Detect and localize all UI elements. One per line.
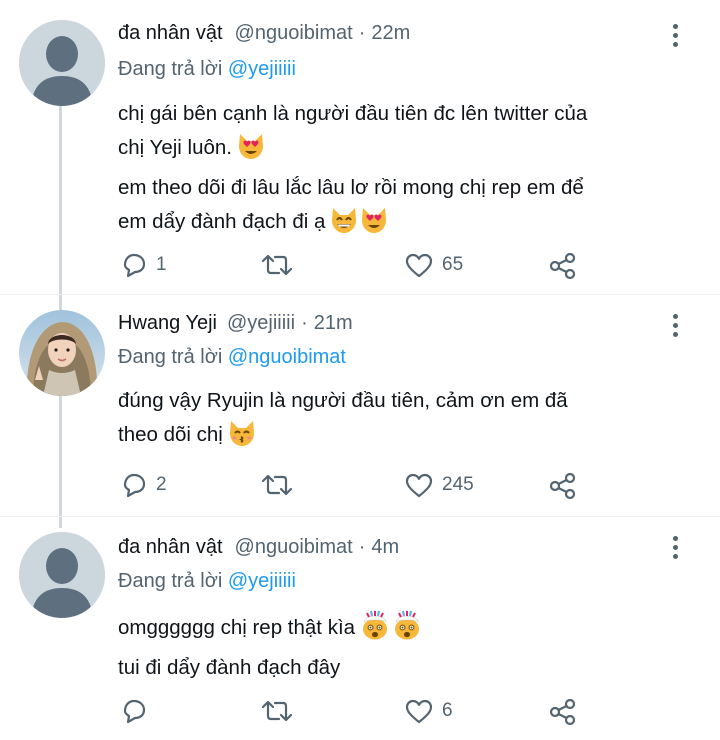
reply-button[interactable]: 2 (120, 472, 167, 498)
display-name[interactable]: Hwang Yeji (118, 312, 217, 335)
like-count: 6 (442, 700, 453, 721)
reply-button[interactable]: 1 (120, 252, 167, 278)
tweet-actions: 2 245 (118, 472, 598, 502)
tweet-actions: 1 65 (118, 252, 598, 282)
avatar-hwang-yeji[interactable] (19, 310, 105, 396)
tweet-line: chị gái bên cạnh là người đầu tiên đc lê… (118, 102, 588, 125)
reply-mention-link[interactable]: @nguoibimat (228, 346, 346, 368)
heart-icon (405, 699, 433, 724)
reply-mention-link[interactable]: @yejiiiii (228, 58, 296, 80)
tweet-header: đa nhân vật @nguoibimat · 4m (118, 536, 399, 566)
default-user-icon (19, 532, 105, 618)
replying-to: Đang trả lời @nguoibimat (118, 346, 346, 369)
replying-to: Đang trả lời @yejiiiii (118, 58, 296, 81)
tweet-text: đúng vậy Ryujin là người đầu tiên, cảm ơ… (118, 384, 678, 458)
tweet-header: Hwang Yeji @yejiiiii · 21m (118, 312, 353, 342)
tweet-text: chị gái bên cạnh là người đầu tiên đc lê… (118, 97, 678, 245)
share-icon (549, 472, 576, 500)
exploding-head-icon (391, 610, 423, 651)
timestamp[interactable]: 22m (371, 22, 410, 45)
retweet-button[interactable] (260, 252, 294, 278)
user-handle[interactable]: @nguoibimat (235, 22, 353, 45)
tweet-text: omgggggg chị rep thật kìa tui đi dẩy đàn… (118, 610, 678, 685)
avatar-default[interactable] (19, 20, 105, 106)
tweet-line: tui đi dẩy đành đạch đây (118, 656, 341, 679)
display-name[interactable]: đa nhân vật (118, 22, 223, 45)
smiling-cat-heart-eyes-icon (359, 206, 389, 245)
tweet-actions: 6 (118, 698, 598, 728)
retweet-button[interactable] (260, 698, 294, 724)
reply-icon (123, 473, 146, 498)
share-button[interactable] (548, 252, 578, 280)
reply-icon (123, 699, 146, 724)
retweet-icon (261, 254, 293, 276)
retweet-icon (261, 700, 293, 722)
like-count: 245 (442, 474, 474, 495)
more-options-icon[interactable] (666, 314, 684, 340)
avatar-default[interactable] (19, 532, 105, 618)
separator-dot: · (358, 22, 366, 44)
tweet-line: em theo dõi đi lâu lắc lâu lơ rồi mong c… (118, 176, 584, 199)
reply-count: 1 (156, 254, 167, 275)
share-button[interactable] (548, 698, 578, 726)
separator-dot: · (358, 536, 366, 558)
separator-dot: · (301, 312, 308, 334)
grinning-cat-smiling-eyes-icon (329, 206, 359, 245)
replying-to-label: Đang trả lời (118, 346, 223, 368)
reply-count: 2 (156, 474, 167, 495)
share-button[interactable] (548, 472, 578, 500)
replying-to-label: Đang trả lời (118, 58, 223, 80)
tweet-line: em dẩy đành đạch đi ạ (118, 210, 326, 233)
tweet-header: đa nhân vật @nguoibimat · 22m (118, 22, 410, 52)
like-button[interactable]: 6 (404, 698, 453, 724)
exploding-head-icon (359, 610, 391, 651)
tweet-divider (0, 516, 720, 517)
replying-to-label: Đang trả lời (118, 570, 223, 592)
kissing-cat-icon (227, 419, 257, 458)
smiling-cat-heart-eyes-icon (236, 132, 266, 171)
default-user-icon (19, 20, 105, 106)
timestamp[interactable]: 21m (314, 312, 353, 335)
share-icon (549, 252, 576, 280)
tweet-line: omgggggg chị rep thật kìa (118, 616, 356, 639)
replying-to: Đang trả lời @yejiiiii (118, 570, 296, 593)
heart-icon (405, 473, 433, 498)
tweet-line: chị Yeji luôn. (118, 136, 232, 159)
display-name[interactable]: đa nhân vật (118, 536, 223, 559)
more-options-icon[interactable] (666, 24, 684, 50)
timestamp[interactable]: 4m (371, 536, 399, 559)
like-button[interactable]: 245 (404, 472, 474, 498)
more-options-icon[interactable] (666, 536, 684, 562)
tweet[interactable]: đa nhân vật @nguoibimat · 22m Đang trả l… (0, 20, 720, 290)
retweet-icon (261, 474, 293, 496)
like-count: 65 (442, 254, 464, 275)
reply-icon (123, 253, 146, 278)
retweet-button[interactable] (260, 472, 294, 498)
tweet[interactable]: đa nhân vật @nguoibimat · 4m Đang trả lờ… (0, 532, 720, 732)
like-button[interactable]: 65 (404, 252, 463, 278)
tweet-divider (0, 294, 720, 295)
tweet[interactable]: Hwang Yeji @yejiiiii · 21m Đang trả lời … (0, 310, 720, 520)
tweet-line: theo dõi chị (118, 423, 223, 446)
tweet-line: đúng vậy Ryujin là người đầu tiên, cảm ơ… (118, 389, 568, 412)
share-icon (549, 698, 576, 726)
user-handle[interactable]: @yejiiiii (227, 312, 295, 335)
reply-button[interactable] (120, 698, 156, 724)
profile-photo (19, 310, 105, 396)
heart-icon (405, 253, 433, 278)
reply-mention-link[interactable]: @yejiiiii (228, 570, 296, 592)
user-handle[interactable]: @nguoibimat (235, 536, 353, 559)
